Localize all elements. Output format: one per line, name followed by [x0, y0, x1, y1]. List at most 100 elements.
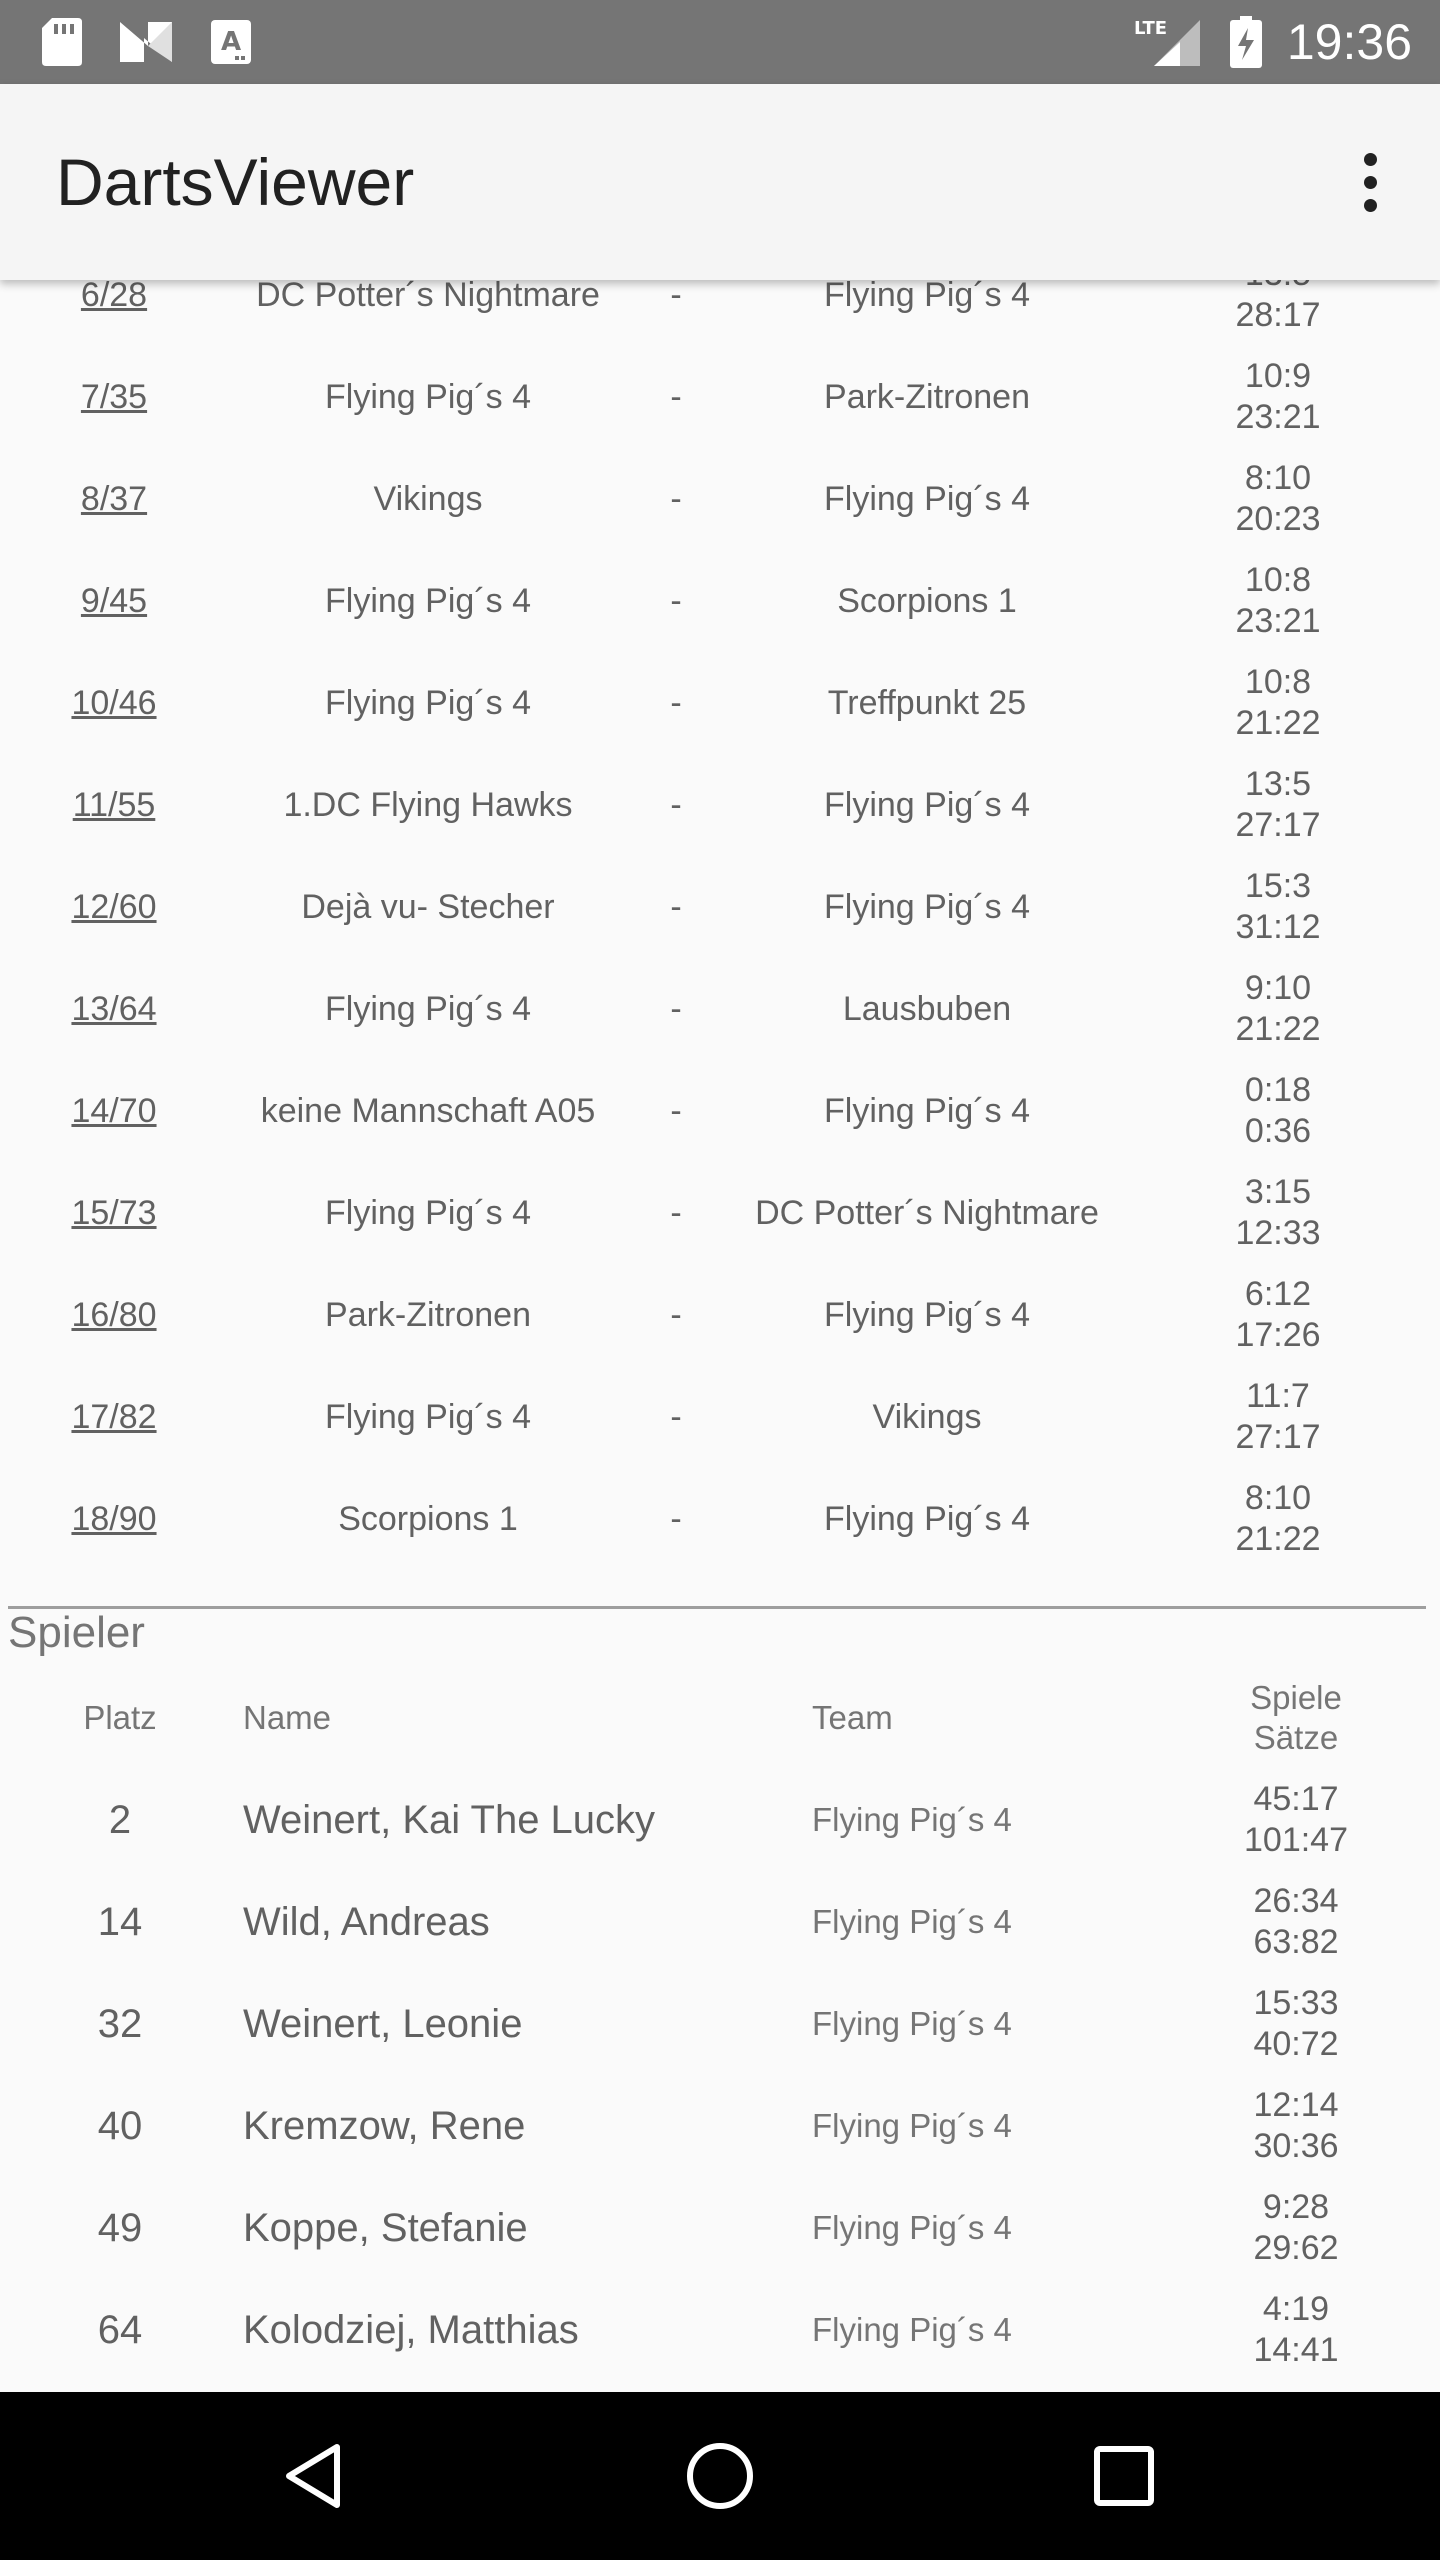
match-games-score: 10:8 [1244, 663, 1312, 701]
player-sets: 40:72 [1253, 2025, 1339, 2063]
player-rank: 2 [108, 1797, 132, 1842]
back-icon[interactable] [266, 2426, 366, 2526]
player-team: Flying Pig´s 4 [812, 1801, 1012, 1838]
match-separator: - [670, 1295, 682, 1334]
match-row: 14/70 keine Mannschaft A05 - Flying Pig´s 4… [0, 1060, 1440, 1162]
player-stats: 9:28 29:62 [1196, 2177, 1396, 2279]
app-title: DartsViewer [56, 145, 415, 219]
match-score: 10:8 21:22 [1180, 652, 1376, 754]
match-number-link[interactable]: 18/90 [34, 1468, 194, 1570]
player-row[interactable]: 14 Wild, Andreas Flying Pig´s 4 26:34 63:82 [0, 1871, 1440, 1973]
match-number-link[interactable]: 15/73 [34, 1162, 194, 1264]
match-guest-team: Flying Pig´s 4 [824, 1091, 1030, 1130]
font-a-icon: A [206, 0, 256, 84]
match-number-link[interactable]: 14/70 [34, 1060, 194, 1162]
match-home-team: Vikings [373, 479, 483, 518]
home-icon[interactable] [670, 2426, 770, 2526]
match-separator: - [670, 887, 682, 926]
match-separator: - [670, 479, 682, 518]
match-home-team: 1.DC Flying Hawks [283, 785, 573, 824]
app-bar: DartsViewer [0, 84, 1440, 280]
match-separator: - [670, 377, 682, 416]
match-guest-team: Vikings [872, 1397, 982, 1436]
match-home-team: Dejà vu- Stecher [301, 887, 555, 926]
match-score: 3:15 12:33 [1180, 1162, 1376, 1264]
battery-charging-icon [1224, 0, 1268, 84]
match-score: 8:10 21:22 [1180, 1468, 1376, 1570]
header-rank: Platz [83, 1699, 157, 1736]
player-games: 12:14 [1253, 2086, 1339, 2124]
match-row: 13/64 Flying Pig´s 4 - Lausbuben 9:10 21:22 [0, 958, 1440, 1060]
player-row[interactable]: 40 Kremzow, Rene Flying Pig´s 4 12:14 30:36 [0, 2075, 1440, 2177]
match-number-link[interactable]: 10/46 [34, 652, 194, 754]
match-row: 8/37 Vikings - Flying Pig´s 4 8:10 20:23 [0, 448, 1440, 550]
player-row[interactable]: 64 Kolodziej, Matthias Flying Pig´s 4 4:19 1… [0, 2279, 1440, 2381]
header-games: Spiele [1250, 1679, 1342, 1716]
match-sets-score: 12:33 [1235, 1214, 1321, 1252]
match-sets-score: 23:21 [1235, 398, 1321, 436]
match-row: 11/55 1.DC Flying Hawks - Flying Pig´s 4 13:… [0, 754, 1440, 856]
player-rank: 64 [97, 2307, 143, 2352]
player-rank: 40 [97, 2103, 143, 2148]
match-number-link[interactable]: 17/82 [34, 1366, 194, 1468]
match-games-score: 8:10 [1244, 1479, 1312, 1517]
recents-icon[interactable] [1074, 2426, 1174, 2526]
match-home-team: DC Potter´s Nightmare [256, 280, 600, 314]
match-home-team: Park-Zitronen [325, 1295, 531, 1334]
match-row: 17/82 Flying Pig´s 4 - Vikings 11:7 27:17 [0, 1366, 1440, 1468]
player-stats: 15:33 40:72 [1196, 1973, 1396, 2075]
match-separator: - [670, 989, 682, 1028]
match-home-team: Flying Pig´s 4 [325, 581, 531, 620]
match-guest-team: Flying Pig´s 4 [824, 280, 1030, 314]
match-score: 9:10 21:22 [1180, 958, 1376, 1060]
svg-text:A: A [221, 27, 241, 57]
signal-lte-icon: LTE [1132, 0, 1202, 84]
player-games: 9:28 [1262, 2188, 1330, 2226]
match-guest-team: Park-Zitronen [824, 377, 1030, 416]
match-home-team: Flying Pig´s 4 [325, 683, 531, 722]
match-home-team: Flying Pig´s 4 [325, 989, 531, 1028]
match-number-link[interactable]: 9/45 [34, 550, 194, 652]
player-stats: 26:34 63:82 [1196, 1871, 1396, 1973]
match-score: 13:528:17 [1180, 280, 1376, 346]
player-team: Flying Pig´s 4 [812, 1903, 1012, 1940]
more-vert-icon[interactable] [1328, 140, 1412, 224]
player-stats: 12:14 30:36 [1196, 2075, 1396, 2177]
match-guest-team: Flying Pig´s 4 [824, 1295, 1030, 1334]
header-sets: Sätze [1253, 1719, 1339, 1756]
player-row[interactable]: 32 Weinert, Leonie Flying Pig´s 4 15:33 40:7… [0, 1973, 1440, 2075]
match-home-team: Flying Pig´s 4 [325, 1397, 531, 1436]
match-sets-score: 21:22 [1235, 704, 1321, 742]
match-number-link[interactable]: 16/80 [34, 1264, 194, 1366]
match-guest-team: Flying Pig´s 4 [824, 887, 1030, 926]
match-sets-score: 21:22 [1235, 1520, 1321, 1558]
player-stats: 45:17 101:47 [1196, 1769, 1396, 1871]
match-separator: - [670, 280, 682, 314]
player-stats: 4:19 14:41 [1196, 2279, 1396, 2381]
match-guest-team: Scorpions 1 [837, 581, 1017, 620]
match-number-link[interactable]: 13/64 [34, 958, 194, 1060]
player-team: Flying Pig´s 4 [812, 2311, 1012, 2348]
status-bar: A LTE 19:36 [0, 0, 1440, 84]
match-row: 7/35 Flying Pig´s 4 - Park-Zitronen 10:9 23:2… [0, 346, 1440, 448]
player-name: Weinert, Leonie [243, 2001, 523, 2046]
match-number-link[interactable]: 6/28 [34, 280, 194, 346]
match-number-link[interactable]: 12/60 [34, 856, 194, 958]
match-home-team: Flying Pig´s 4 [325, 377, 531, 416]
status-time: 19:36 [1286, 14, 1412, 70]
player-name: Weinert, Kai The Lucky [243, 1797, 656, 1842]
match-home-team: Scorpions 1 [338, 1499, 518, 1538]
match-row: 9/45 Flying Pig´s 4 - Scorpions 1 10:8 23:21 [0, 550, 1440, 652]
match-number-link[interactable]: 11/55 [34, 754, 194, 856]
lte-label: LTE [1134, 18, 1167, 39]
player-row[interactable]: 2 Weinert, Kai The Lucky Flying Pig´s 4 45:… [0, 1769, 1440, 1871]
match-separator: - [670, 1499, 682, 1538]
player-games: 45:17 [1253, 1780, 1339, 1818]
match-home-team: Flying Pig´s 4 [325, 1193, 531, 1232]
match-number-link[interactable]: 7/35 [34, 346, 194, 448]
content-scroll[interactable]: 6/28 DC Potter´s Nightmare - Flying Pig´s 4… [0, 280, 1440, 2392]
match-separator: - [670, 785, 682, 824]
player-row[interactable]: 49 Koppe, Stefanie Flying Pig´s 4 9:28 29:62 [0, 2177, 1440, 2279]
match-number-link[interactable]: 8/37 [34, 448, 194, 550]
match-separator: - [670, 683, 682, 722]
